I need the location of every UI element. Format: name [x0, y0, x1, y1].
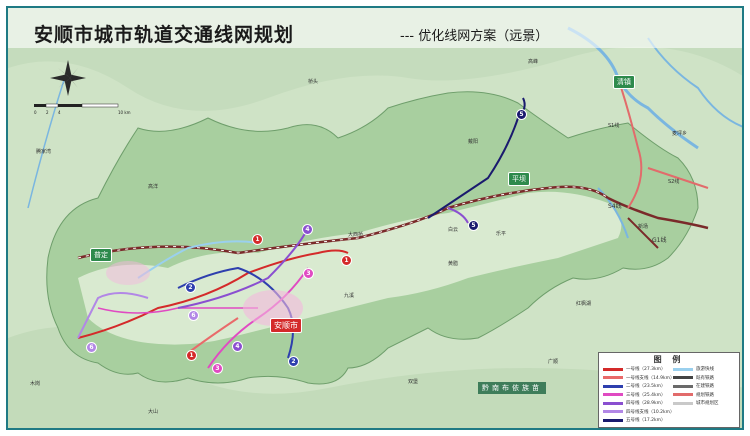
place-label-muguan: 木岗 [30, 381, 41, 387]
legend-swatch [603, 401, 623, 405]
place-label-xinyan: 新场 [638, 224, 649, 230]
place-label-kaiyang: 戴阳 [468, 139, 479, 145]
place-label-s2: S2线 [668, 179, 680, 185]
place-label-qingzhen: 清镇 [613, 75, 635, 89]
line-badge-1: 1 [341, 255, 352, 266]
legend-label: 一号线支线（14.9km） [626, 375, 675, 381]
line-badge-6: 6 [86, 342, 97, 353]
legend-item: 一号线（27.3km） [603, 365, 666, 373]
line-badge-6: 6 [188, 310, 199, 321]
place-label-shuanghe: 双堡 [408, 379, 419, 385]
legend-label: 一号线（27.3km） [626, 367, 666, 372]
line-badge-5: 5 [516, 109, 527, 120]
legend-label: 既有铁路 [696, 375, 714, 381]
page-subtitle: --- 优化线网方案（远景） [400, 29, 549, 44]
legend-item: 既有铁路 [673, 374, 714, 382]
place-label-hongfeng: 红枫湖 [576, 301, 592, 307]
legend-swatch [673, 384, 693, 388]
legend-swatch [673, 401, 693, 405]
legend-label: 五号线（17.2km） [626, 418, 666, 423]
legend-item: 四号线（28.9km） [603, 399, 666, 407]
place-label-jiumi: 九溪 [344, 293, 355, 299]
legend-item: 旅游快线 [673, 365, 714, 373]
legend-item: 三号线（25.4km） [603, 391, 666, 399]
legend-swatch [603, 393, 623, 396]
place-label-maiweng: 麦坪乡 [672, 131, 688, 137]
line-badge-1: 1 [186, 350, 197, 361]
place-label-s4: S4线 [608, 203, 622, 210]
place-label-gaofeng: 高峰 [528, 59, 539, 65]
place-label-pingba: 平坝 [508, 172, 530, 186]
scale-label: 0 [34, 110, 37, 115]
legend-swatch [673, 376, 693, 379]
legend-label: 旅游快线 [696, 367, 714, 372]
legend-label: 三号线（25.4km） [626, 392, 666, 398]
legend-swatch [603, 367, 623, 371]
scale-label: 4 [58, 110, 61, 115]
map-frame: 安顺市 普定 平坝 清镇大西桥 白云乐平黄腊 高峰戴阳新场广顺双堡大山 木岗 腾家湾 桥头红枫湖… [0, 0, 750, 436]
legend-swatch [673, 367, 693, 371]
place-label-gaoyang: 高洋 [148, 184, 159, 190]
legend-label: 四号线（28.9km） [626, 401, 666, 406]
line-badge-4: 4 [232, 341, 243, 352]
legend-swatch [603, 410, 623, 413]
scale-label: 2 [46, 110, 49, 115]
line-badge-3: 3 [212, 363, 223, 374]
legend-item: 四号线支线（10.2km） [603, 408, 675, 416]
place-label-s1: S1线 [608, 123, 620, 129]
line-badge-3: 3 [303, 268, 314, 279]
legend-swatch [673, 393, 693, 396]
place-label-dashan: 大山 [148, 409, 159, 415]
page-title: 安顺市城市轨道交通线网规划 [34, 24, 295, 46]
legend-title: 图 例 [653, 355, 685, 364]
legend-item: 在建铁路 [673, 382, 714, 390]
legend-item: 二号线（23.5km） [603, 382, 666, 390]
line-badge-5: 5 [468, 220, 479, 231]
place-label-anshun: 安顺市 [270, 318, 302, 333]
legend-item: 城市规划区 [673, 399, 719, 407]
place-label-leguan: 乐平 [496, 231, 507, 237]
place-label-g1: G1线 [652, 237, 667, 244]
legend-label: 在建铁路 [696, 384, 714, 389]
legend-panel: 图 例 一号线（27.3km） 一号线支线（14.9km） 二号线（23.5km） 三… [598, 352, 740, 428]
place-label-daxiqiao: 大西桥 [348, 232, 364, 238]
legend-label: 城市规划区 [696, 401, 719, 406]
legend-label: 二号线（23.5km） [626, 384, 666, 389]
place-label-qiannanbuyi: 黔南布依族苗 [478, 382, 546, 394]
place-label-guangshun: 广顺 [548, 359, 559, 365]
place-label-puding: 普定 [90, 248, 112, 262]
legend-item: 五号线（17.2km） [603, 416, 666, 424]
legend-swatch [603, 418, 623, 422]
line-badge-1: 1 [252, 234, 263, 245]
place-label-yanjiaoxiang: 腾家湾 [36, 149, 52, 155]
line-badge-2: 2 [185, 282, 196, 293]
legend-item: 规划铁路 [673, 391, 714, 399]
line-badge-2: 2 [288, 356, 299, 367]
place-label-qiaotou: 桥头 [308, 79, 319, 85]
legend-label: 规划铁路 [696, 392, 714, 398]
legend-label: 四号线支线（10.2km） [626, 409, 675, 415]
legend-swatch [603, 376, 623, 379]
legend-item: 一号线支线（14.9km） [603, 374, 675, 382]
place-label-huangla: 黄腊 [448, 261, 459, 267]
place-label-baiyun: 白云 [448, 227, 459, 233]
legend-swatch [603, 384, 623, 388]
scale-label: 10 km [118, 110, 131, 115]
line-badge-4: 4 [302, 224, 313, 235]
